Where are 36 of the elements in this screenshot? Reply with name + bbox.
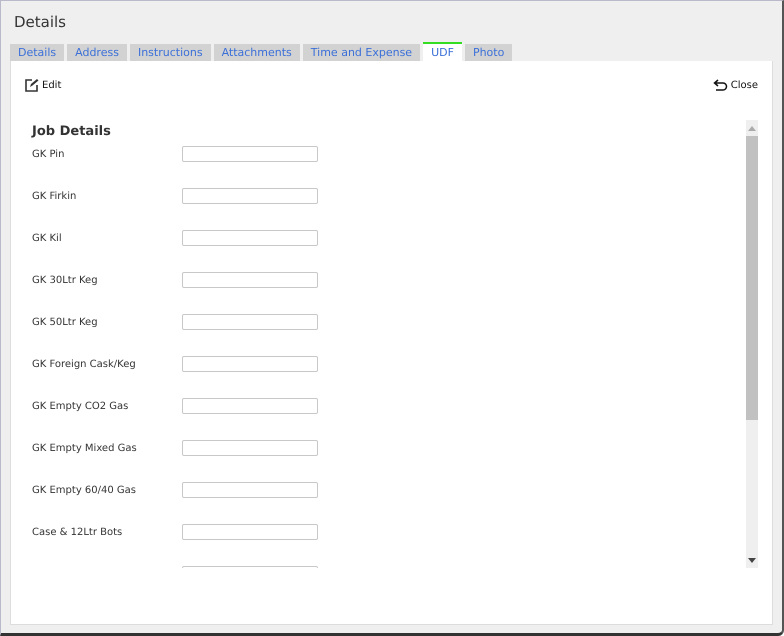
field-label: GK Empty CO2 Gas xyxy=(32,400,130,412)
field-label: GK Foreign Cask/Keg xyxy=(32,358,137,370)
input-field[interactable] xyxy=(182,440,318,456)
tab[interactable]: Time and Expense xyxy=(302,44,420,61)
scrollbar[interactable] xyxy=(746,120,758,568)
section-heading: Job Details xyxy=(32,124,111,140)
field-label: Case & 12Ltr Bots xyxy=(32,526,124,538)
window-title: Details xyxy=(14,13,66,33)
input-field[interactable] xyxy=(182,314,318,330)
field-label: GK Firkin xyxy=(32,190,78,202)
input-field[interactable] xyxy=(182,146,318,162)
scroll-down-icon[interactable] xyxy=(748,558,756,562)
field-label: GK Kil xyxy=(32,232,63,244)
field-label: GK 50Ltr Keg xyxy=(32,316,99,328)
field-label: GK Pin xyxy=(32,148,66,160)
input-field[interactable] xyxy=(182,230,318,246)
input-field[interactable] xyxy=(182,482,318,498)
tab[interactable]: Attachments xyxy=(214,44,300,61)
field-label: GK Empty Mixed Gas xyxy=(32,442,138,454)
edit-icon xyxy=(24,78,39,92)
input-field[interactable] xyxy=(182,356,318,372)
tab[interactable]: Address xyxy=(67,44,127,61)
tab[interactable]: Details xyxy=(10,44,64,61)
undo-arrow-icon xyxy=(712,79,728,91)
input-field[interactable] xyxy=(182,524,318,540)
tab[interactable]: Instructions xyxy=(130,44,211,61)
edit-button[interactable]: Edit xyxy=(24,78,62,92)
input-field[interactable] xyxy=(182,398,318,414)
field-label: GK 30Ltr Keg xyxy=(32,274,99,286)
scroll-up-icon[interactable] xyxy=(748,126,756,130)
input-field[interactable] xyxy=(182,272,318,288)
field-label: GK Empty 60/40 Gas xyxy=(32,484,137,496)
tab[interactable]: UDF xyxy=(423,42,462,61)
tab[interactable]: Photo xyxy=(464,44,512,61)
close-button[interactable]: Close xyxy=(712,79,758,91)
input-field[interactable] xyxy=(182,188,318,204)
